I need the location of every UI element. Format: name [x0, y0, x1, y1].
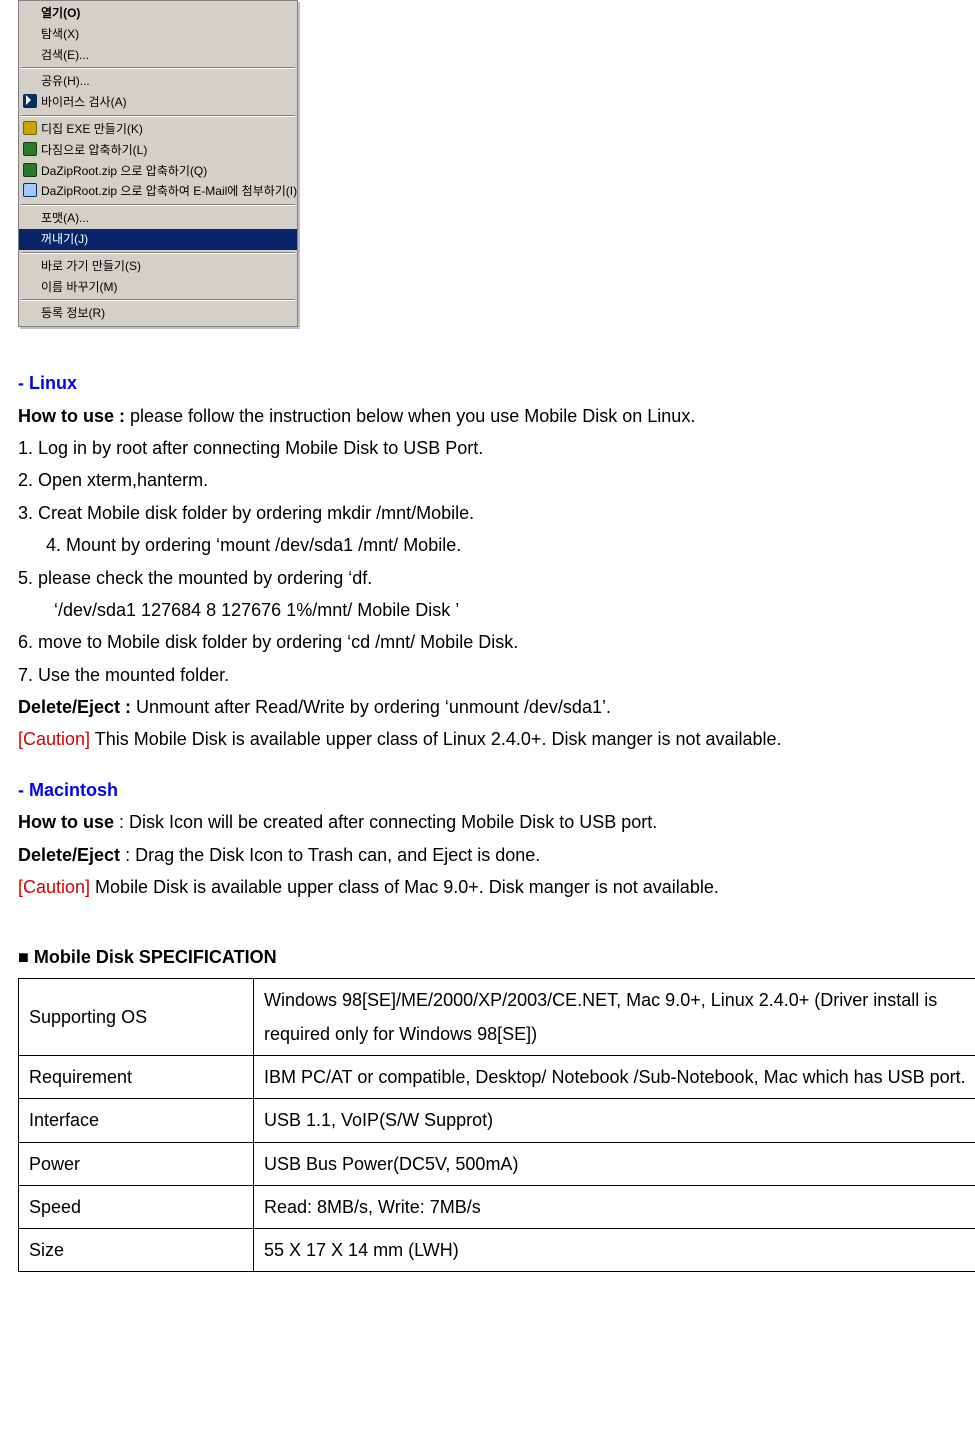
mail-archive-icon	[23, 183, 37, 197]
table-row: Size 55 X 17 X 14 mm (LWH)	[19, 1228, 975, 1271]
spec-pw-value: USB Bus Power(DC5V, 500mA)	[254, 1142, 975, 1185]
menu-item-shortcut[interactable]: 바로 가기 만들기(S)	[19, 256, 297, 277]
menu-item-share[interactable]: 공유(H)...	[19, 71, 297, 92]
menu-item-label: 바이러스 검사(A)	[41, 95, 127, 109]
menu-item-label: 디집 EXE 만들기(K)	[41, 122, 143, 136]
table-row: Interface USB 1.1, VoIP(S/W Supprot)	[19, 1099, 975, 1142]
spec-sp-label: Speed	[19, 1185, 254, 1228]
spec-if-value: USB 1.1, VoIP(S/W Supprot)	[254, 1099, 975, 1142]
spec-title: ■ Mobile Disk SPECIFICATION	[18, 941, 957, 973]
linux-step: 3. Creat Mobile disk folder by ordering …	[18, 497, 957, 529]
menu-item-daziproot-email[interactable]: DaZipRoot.zip 으로 압축하여 E-Mail에 첨부하기(I)	[19, 181, 297, 202]
menu-item-eject[interactable]: 꺼내기(J)	[19, 229, 297, 250]
eject-text: : Drag the Disk Icon to Trash can, and E…	[120, 845, 540, 865]
table-row: Speed Read: 8MB/s, Write: 7MB/s	[19, 1185, 975, 1228]
howto-text: : Disk Icon will be created after connec…	[114, 812, 657, 832]
archive-icon	[23, 142, 37, 156]
context-menu: 열기(O) 탐색(X) 검색(E)... 공유(H)... 바이러스 검사(A)…	[18, 0, 298, 327]
archive-icon	[23, 163, 37, 177]
antivirus-icon	[23, 94, 37, 108]
spec-req-label: Requirement	[19, 1056, 254, 1099]
mac-howto-line: How to use : Disk Icon will be created a…	[18, 806, 957, 838]
spec-req-value: IBM PC/AT or compatible, Desktop/ Notebo…	[254, 1056, 975, 1099]
spec-if-label: Interface	[19, 1099, 254, 1142]
menu-item-format[interactable]: 포맷(A)...	[19, 208, 297, 229]
menu-separator	[21, 299, 295, 301]
menu-item-search[interactable]: 검색(E)...	[19, 45, 297, 66]
linux-eject-line: Delete/Eject : Unmount after Read/Write …	[18, 691, 957, 723]
linux-step: 1. Log in by root after connecting Mobil…	[18, 432, 957, 464]
menu-item-virus-scan[interactable]: 바이러스 검사(A)	[19, 92, 297, 113]
howto-label: How to use :	[18, 406, 125, 426]
menu-item-dazip-compress[interactable]: 다짐으로 압축하기(L)	[19, 140, 297, 161]
caution-label: [Caution]	[18, 877, 90, 897]
linux-step: 7. Use the mounted folder.	[18, 659, 957, 691]
spec-pw-label: Power	[19, 1142, 254, 1185]
caution-text: Mobile Disk is available upper class of …	[90, 877, 719, 897]
menu-separator	[21, 115, 295, 117]
caution-text: This Mobile Disk is available upper clas…	[90, 729, 782, 749]
linux-step-output: ‘/dev/sda1 127684 8 127676 1%/mnt/ Mobil…	[18, 594, 957, 626]
linux-step: 4. Mount by ordering ‘mount /dev/sda1 /m…	[18, 529, 957, 561]
spec-sz-label: Size	[19, 1228, 254, 1271]
menu-item-label: DaZipRoot.zip 으로 압축하기(Q)	[41, 164, 207, 178]
menu-item-rename[interactable]: 이름 바꾸기(M)	[19, 277, 297, 298]
linux-section-header: - Linux	[18, 367, 957, 399]
spec-os-label: Supporting OS	[19, 978, 254, 1055]
linux-howto-line: How to use : please follow the instructi…	[18, 400, 957, 432]
spec-table: Supporting OS Windows 98[SE]/ME/2000/XP/…	[18, 978, 975, 1272]
mac-section-header: - Macintosh	[18, 774, 957, 806]
linux-step: 2. Open xterm,hanterm.	[18, 464, 957, 496]
menu-item-explore[interactable]: 탐색(X)	[19, 24, 297, 45]
mac-caution-line: [Caution] Mobile Disk is available upper…	[18, 871, 957, 903]
howto-label: How to use	[18, 812, 114, 832]
table-row: Supporting OS Windows 98[SE]/ME/2000/XP/…	[19, 978, 975, 1055]
table-row: Requirement IBM PC/AT or compatible, Des…	[19, 1056, 975, 1099]
menu-item-label: DaZipRoot.zip 으로 압축하여 E-Mail에 첨부하기(I)	[41, 184, 297, 198]
eject-text: Unmount after Read/Write by ordering ‘un…	[131, 697, 611, 717]
linux-step: 6. move to Mobile disk folder by orderin…	[18, 626, 957, 658]
menu-separator	[21, 252, 295, 254]
menu-separator	[21, 67, 295, 69]
spec-os-value: Windows 98[SE]/ME/2000/XP/2003/CE.NET, M…	[254, 978, 975, 1055]
howto-text: please follow the instruction below when…	[125, 406, 695, 426]
menu-item-open[interactable]: 열기(O)	[19, 3, 297, 24]
menu-item-label: 다짐으로 압축하기(L)	[41, 143, 147, 157]
caution-label: [Caution]	[18, 729, 90, 749]
linux-caution-line: [Caution] This Mobile Disk is available …	[18, 723, 957, 755]
menu-item-properties[interactable]: 등록 정보(R)	[19, 303, 297, 324]
mac-eject-line: Delete/Eject : Drag the Disk Icon to Tra…	[18, 839, 957, 871]
spec-sp-value: Read: 8MB/s, Write: 7MB/s	[254, 1185, 975, 1228]
menu-item-dzip-exe[interactable]: 디집 EXE 만들기(K)	[19, 119, 297, 140]
eject-label: Delete/Eject	[18, 845, 120, 865]
linux-step: 5. please check the mounted by ordering …	[18, 562, 957, 594]
eject-label: Delete/Eject :	[18, 697, 131, 717]
menu-separator	[21, 204, 295, 206]
archive-icon	[23, 121, 37, 135]
spec-sz-value: 55 X 17 X 14 mm (LWH)	[254, 1228, 975, 1271]
table-row: Power USB Bus Power(DC5V, 500mA)	[19, 1142, 975, 1185]
menu-item-daziproot-zip[interactable]: DaZipRoot.zip 으로 압축하기(Q)	[19, 161, 297, 182]
